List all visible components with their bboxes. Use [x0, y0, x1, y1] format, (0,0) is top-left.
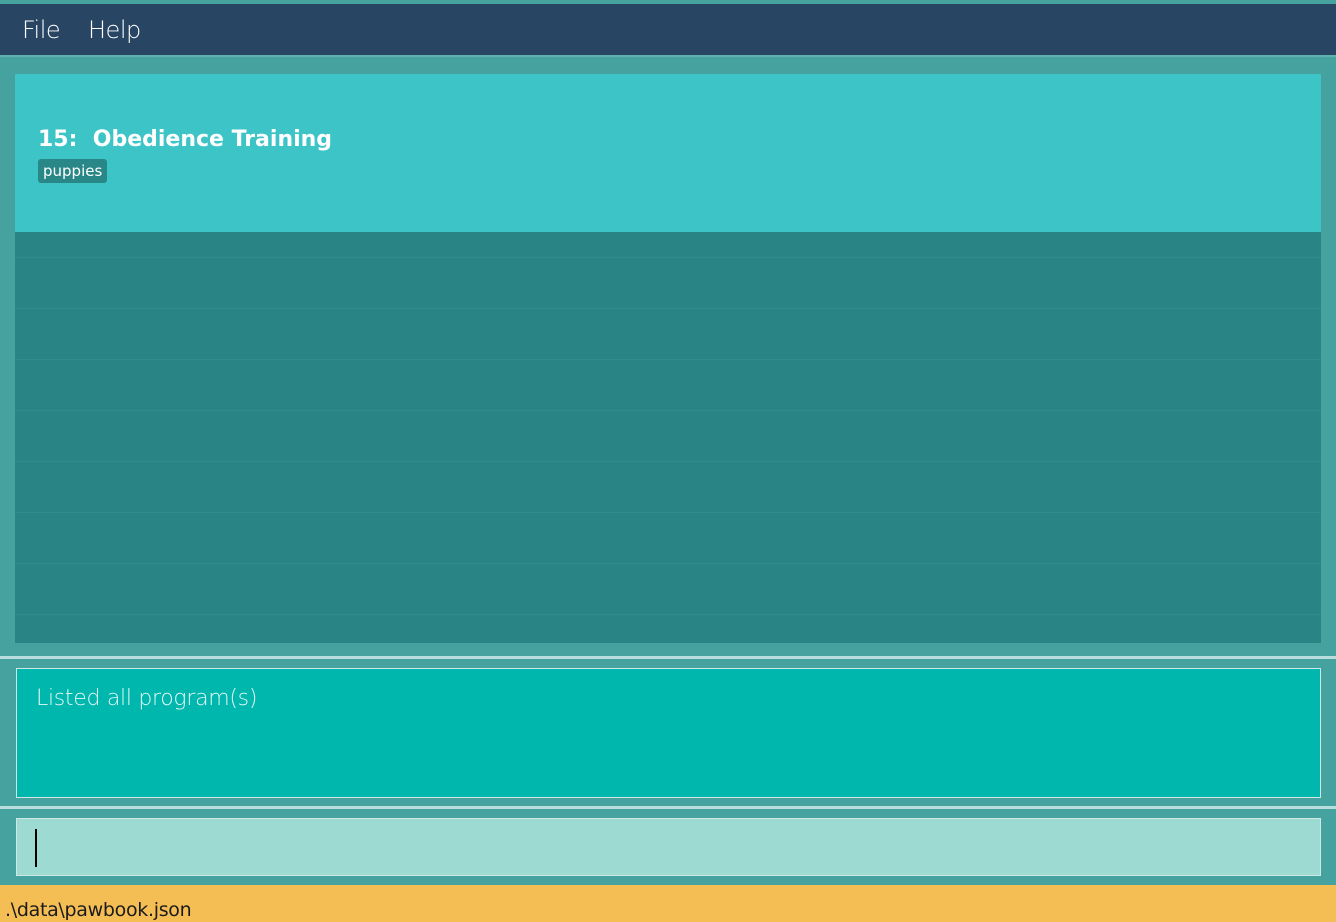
program-name: Obedience Training [92, 127, 333, 152]
program-list-panel[interactable]: 15: Obedience Training puppies [15, 74, 1321, 643]
program-index: 15: [38, 127, 78, 152]
menu-help[interactable]: Help [88, 15, 141, 45]
result-display: Listed all program(s) [16, 668, 1321, 798]
pane-divider[interactable] [0, 656, 1336, 659]
menu-file[interactable]: File [22, 15, 61, 45]
list-row-divider [15, 257, 1321, 258]
command-box[interactable] [16, 818, 1321, 876]
list-row-divider [15, 359, 1321, 360]
pane-divider[interactable] [0, 806, 1336, 809]
text-caret [35, 829, 37, 867]
list-row-divider [15, 410, 1321, 411]
list-row-divider [15, 563, 1321, 564]
program-tag: puppies [38, 159, 108, 183]
list-row-divider [15, 461, 1321, 462]
list-row-divider [15, 512, 1321, 513]
menu-bar: File Help [0, 4, 1336, 57]
command-input[interactable] [27, 825, 1307, 869]
program-card-title: 15: Obedience Training [38, 126, 332, 154]
save-file-path: .\data\pawbook.json [5, 899, 192, 921]
list-row-divider [15, 614, 1321, 615]
list-row-divider [15, 308, 1321, 309]
app-window: File Help 15: Obedience Training puppies… [0, 0, 1336, 922]
program-card-selected[interactable]: 15: Obedience Training puppies [15, 74, 1321, 232]
result-text: Listed all program(s) [36, 686, 258, 711]
status-bar: .\data\pawbook.json [0, 885, 1336, 922]
